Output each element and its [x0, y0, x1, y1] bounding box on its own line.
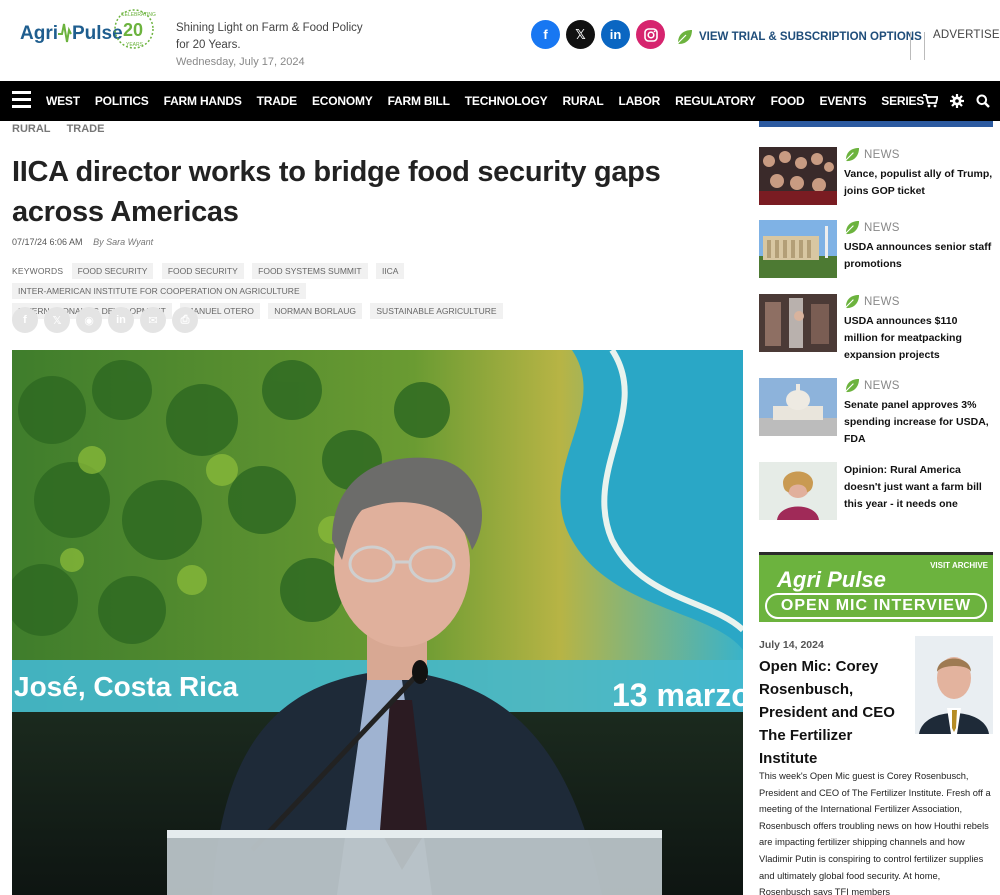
keywords-label: KEYWORDS — [12, 266, 64, 276]
keyword-tag[interactable]: NORMAN BORLAUG — [268, 303, 363, 319]
share-email-icon[interactable]: ✉ — [140, 307, 166, 333]
opinion-item[interactable]: Opinion: Rural America doesn't just want… — [759, 462, 993, 522]
open-mic-body: This week's Open Mic guest is Corey Rose… — [759, 771, 991, 895]
opinion-headline[interactable]: Opinion: Rural America doesn't just want… — [844, 462, 994, 513]
svg-text:CELEBRATING: CELEBRATING — [121, 12, 156, 18]
news-headline[interactable]: USDA announces senior staff promotions — [844, 239, 994, 273]
main-nav: WEST POLITICS FARM HANDS TRADE ECONOMY F… — [0, 81, 1000, 121]
current-date: Wednesday, July 17, 2024 — [176, 56, 305, 68]
keyword-tag[interactable]: FOOD SECURITY — [161, 263, 244, 279]
advertise-link[interactable]: ADVERTISE — [933, 29, 1000, 41]
keyword-tag[interactable]: FOOD SYSTEMS SUMMIT — [252, 263, 368, 279]
share-buttons: f 𝕏 ◉ in ✉ ⎙ — [12, 307, 198, 333]
svg-text:José, Costa Rica: José, Costa Rica — [14, 671, 239, 702]
nav-tools — [923, 81, 990, 121]
news-tag: NEWS — [844, 378, 994, 393]
leaf-icon — [845, 378, 860, 393]
news-tag: NEWS — [844, 294, 994, 309]
nav-item-food[interactable]: FOOD — [771, 94, 805, 108]
news-thumbnail[interactable] — [759, 378, 837, 436]
nav-item-series[interactable]: SERIES — [881, 94, 924, 108]
news-item[interactable]: NEWS Senate panel approves 3% spending i… — [759, 378, 994, 445]
keyword-tag[interactable]: FOOD SECURITY — [71, 263, 154, 279]
gear-icon[interactable] — [950, 94, 964, 108]
nav-item-economy[interactable]: ECONOMY — [312, 94, 373, 108]
sidebar-accent-bar — [759, 121, 993, 127]
leaf-icon — [845, 147, 860, 162]
news-headline[interactable]: Vance, populist ally of Trump, joins GOP… — [844, 166, 994, 200]
news-thumbnail[interactable] — [759, 147, 837, 205]
x-icon[interactable]: 𝕏 — [566, 20, 595, 49]
share-linkedin-icon[interactable]: in — [108, 307, 134, 333]
svg-text:Pulse: Pulse — [72, 23, 123, 44]
share-print-icon[interactable]: ⎙ — [172, 307, 198, 333]
news-item[interactable]: NEWS USDA announces senior staff promoti… — [759, 220, 993, 280]
news-headline[interactable]: Senate panel approves 3% spending increa… — [844, 397, 994, 448]
open-mic-banner[interactable]: VISIT ARCHIVE Agri Pulse OPEN MIC INTERV… — [759, 552, 993, 622]
nav-item-farm-bill[interactable]: FARM BILL — [388, 94, 450, 108]
news-tag: NEWS — [844, 220, 994, 235]
header-divider — [910, 32, 911, 60]
article-date: 07/17/24 6:06 AM — [12, 237, 83, 247]
news-headline[interactable]: USDA announces $110 million for meatpack… — [844, 313, 994, 364]
keyword-tag[interactable]: IICA — [375, 263, 405, 279]
leaf-icon — [677, 30, 692, 44]
open-mic-date: July 14, 2024 — [759, 639, 824, 651]
site-header: Agri Pulse 20 CELEBRATING YEARS Shining … — [0, 0, 1000, 81]
share-facebook-icon[interactable]: f — [12, 307, 38, 333]
cart-icon[interactable] — [923, 94, 938, 108]
visit-archive-link[interactable]: VISIT ARCHIVE — [930, 561, 988, 570]
news-item[interactable]: NEWS USDA announces $110 million for mea… — [759, 294, 993, 364]
facebook-icon[interactable]: f — [531, 20, 560, 49]
nav-item-trade[interactable]: TRADE — [257, 94, 298, 108]
news-tag: NEWS — [844, 147, 994, 162]
subscription-link[interactable]: VIEW TRIAL & SUBSCRIPTION OPTIONS — [676, 29, 922, 45]
news-thumbnail[interactable] — [759, 220, 837, 278]
hero-image: José, Costa Rica 13 marzo — [12, 350, 743, 895]
nav-items: WEST POLITICS FARM HANDS TRADE ECONOMY F… — [46, 81, 939, 121]
breadcrumb-trade[interactable]: TRADE — [67, 123, 105, 135]
breadcrumb-rural[interactable]: RURAL — [12, 123, 51, 135]
instagram-icon[interactable] — [636, 20, 665, 49]
leaf-icon — [845, 220, 860, 235]
nav-item-technology[interactable]: TECHNOLOGY — [465, 94, 548, 108]
menu-icon[interactable] — [12, 91, 31, 109]
svg-text:Agri: Agri — [20, 23, 58, 44]
keyword-tag[interactable]: INTER-AMERICAN INSTITUTE FOR COOPERATION… — [12, 283, 306, 299]
breadcrumb: RURAL TRADE — [12, 123, 117, 135]
search-icon[interactable] — [976, 94, 990, 108]
svg-text:YEARS: YEARS — [126, 42, 144, 48]
open-mic-photo[interactable] — [915, 636, 993, 734]
nav-item-farm-hands[interactable]: FARM HANDS — [164, 94, 242, 108]
share-reddit-icon[interactable]: ◉ — [76, 307, 102, 333]
svg-text:20: 20 — [123, 20, 143, 40]
nav-item-regulatory[interactable]: REGULATORY — [675, 94, 756, 108]
social-links: f 𝕏 in — [531, 20, 665, 49]
banner-title: OPEN MIC INTERVIEW — [765, 593, 987, 619]
agri-pulse-logo[interactable]: Agri Pulse 20 CELEBRATING YEARS — [18, 6, 158, 52]
header-divider — [924, 32, 925, 60]
article-byline: By Sara Wyant — [93, 237, 154, 247]
nav-item-west[interactable]: WEST — [46, 94, 80, 108]
svg-text:13 marzo: 13 marzo — [612, 677, 743, 713]
nav-item-politics[interactable]: POLITICS — [95, 94, 149, 108]
article-title: IICA director works to bridge food secur… — [12, 156, 661, 228]
nav-item-labor[interactable]: LABOR — [618, 94, 660, 108]
nav-item-events[interactable]: EVENTS — [819, 94, 866, 108]
leaf-icon — [845, 294, 860, 309]
linkedin-icon[interactable]: in — [601, 20, 630, 49]
nav-item-rural[interactable]: RURAL — [562, 94, 603, 108]
banner-brand: Agri Pulse — [777, 567, 886, 592]
news-item[interactable]: NEWS Vance, populist ally of Trump, join… — [759, 147, 993, 207]
article-meta: 07/17/24 6:06 AM By Sara Wyant — [12, 237, 153, 247]
open-mic-title[interactable]: Open Mic: Corey Rosenbusch, President an… — [759, 655, 907, 770]
keyword-tag[interactable]: SUSTAINABLE AGRICULTURE — [370, 303, 503, 319]
site-tagline: Shining Light on Farm & Food Policy for … — [176, 20, 363, 71]
share-x-icon[interactable]: 𝕏 — [44, 307, 70, 333]
news-thumbnail[interactable] — [759, 294, 837, 352]
opinion-thumbnail[interactable] — [759, 462, 837, 520]
